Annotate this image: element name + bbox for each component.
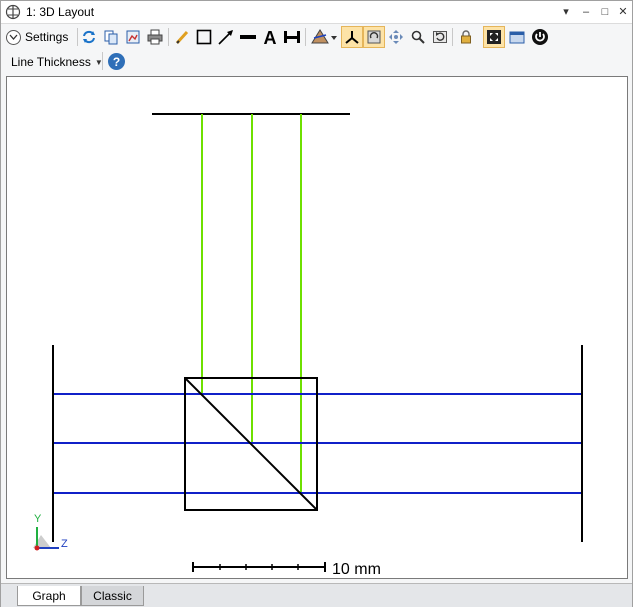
- toolbar-separator: [305, 28, 306, 46]
- line-thickness-label: Line Thickness: [11, 55, 91, 69]
- save-icon: [126, 30, 140, 44]
- lock-icon: [461, 30, 471, 44]
- layout-drawing: 10 mm Y Z: [33, 113, 583, 578]
- pencil-icon: [175, 30, 189, 45]
- reset-view-icon: [433, 31, 447, 43]
- fit-button[interactable]: [483, 26, 505, 48]
- copy-icon: [104, 30, 118, 45]
- fit-icon: [487, 30, 501, 44]
- rectangle-icon: [196, 29, 212, 45]
- reset-view-button[interactable]: [429, 26, 451, 48]
- rectangle-button[interactable]: [193, 26, 215, 48]
- pencil-button[interactable]: [171, 26, 193, 48]
- tab-classic[interactable]: Classic: [81, 586, 144, 606]
- print-button[interactable]: [144, 26, 166, 48]
- help-icon: ?: [112, 54, 121, 69]
- chevron-down-icon: [6, 29, 21, 45]
- lock-button[interactable]: [455, 26, 477, 48]
- refresh-icon: [83, 30, 95, 44]
- scale-bar-label: 10 mm: [332, 561, 381, 578]
- line-thickness-dropdown[interactable]: Line Thickness ▼: [11, 54, 103, 70]
- zemax-window-icon: [5, 4, 21, 20]
- secondary-toolbar: Line Thickness ▼ ?: [1, 50, 632, 74]
- window-button[interactable]: [506, 26, 528, 48]
- main-toolbar: Settings A: [1, 24, 632, 50]
- layout-canvas[interactable]: 10 mm Y Z: [6, 76, 628, 579]
- rotate-button[interactable]: [363, 26, 385, 48]
- toolbar-separator: [168, 28, 169, 46]
- save-button[interactable]: [122, 26, 144, 48]
- view-orientation-dropdown[interactable]: [309, 26, 339, 48]
- print-icon: [147, 29, 163, 45]
- window-icon: [509, 31, 525, 44]
- axis-z-label: Z: [61, 538, 68, 550]
- help-button[interactable]: ?: [108, 53, 125, 70]
- line-icon: [240, 35, 256, 39]
- toolbar-separator: [452, 28, 453, 46]
- tab-strip: Graph Classic: [1, 583, 632, 607]
- svg-text:A: A: [264, 28, 277, 46]
- axes-icon: [345, 31, 359, 44]
- zoom-icon: [411, 30, 425, 44]
- arrow-icon: [218, 30, 233, 45]
- line-button[interactable]: [237, 26, 259, 48]
- axes-button[interactable]: [341, 26, 363, 48]
- dimension-button[interactable]: [281, 26, 303, 48]
- rotate-icon: [367, 30, 381, 44]
- power-icon: [532, 29, 548, 45]
- minimize-button[interactable]: –: [577, 3, 595, 21]
- axis-triad-icon: Y Z: [33, 513, 68, 551]
- tab-graph[interactable]: Graph: [17, 586, 81, 606]
- close-button[interactable]: ✕: [614, 3, 632, 21]
- text-icon: A: [264, 28, 277, 46]
- settings-button[interactable]: Settings: [6, 27, 68, 47]
- power-button[interactable]: [529, 26, 551, 48]
- arrow-button[interactable]: [215, 26, 237, 48]
- copy-button[interactable]: [100, 26, 122, 48]
- title-bar: 1: 3D Layout ▾ – □ ✕: [1, 1, 632, 24]
- maximize-button[interactable]: □: [596, 3, 614, 21]
- refresh-button[interactable]: [78, 26, 100, 48]
- text-button[interactable]: A: [259, 26, 281, 48]
- pan-icon: [389, 30, 403, 44]
- layout-window: 1: 3D Layout ▾ – □ ✕ Settings A Line Thi…: [0, 0, 633, 607]
- view-orientation-icon: [311, 29, 337, 44]
- axis-y-label: Y: [34, 513, 42, 525]
- pan-button[interactable]: [385, 26, 407, 48]
- zoom-button[interactable]: [407, 26, 429, 48]
- window-menu-button[interactable]: ▾: [557, 3, 575, 21]
- settings-label: Settings: [25, 30, 69, 44]
- toolbar-separator: [102, 52, 103, 70]
- window-title: 1: 3D Layout: [26, 5, 95, 19]
- dimension-icon: [284, 31, 300, 43]
